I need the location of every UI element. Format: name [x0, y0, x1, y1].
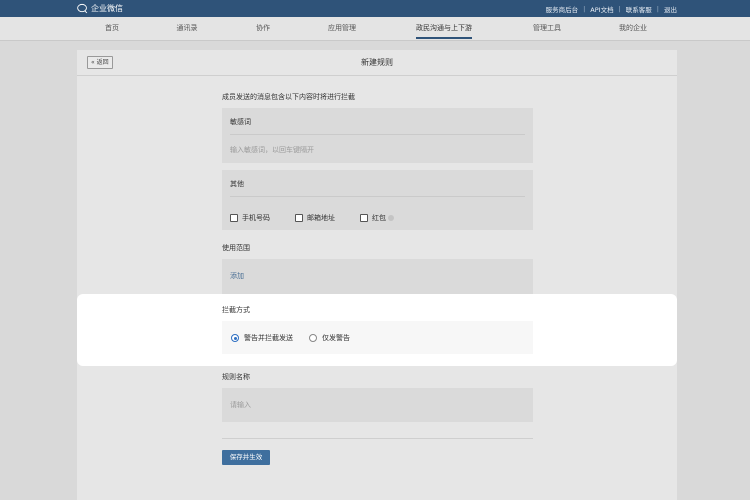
- nav-item-management-tools[interactable]: 管理工具: [533, 17, 561, 40]
- other-options-row: 手机号码 邮箱地址 红包: [230, 213, 419, 223]
- link-contact-support[interactable]: 联系客服: [626, 4, 652, 14]
- intercept-method-box: 警告并拦截发送 仅发警告: [222, 321, 533, 354]
- intercept-method-panel: 拦截方式 警告并拦截发送 仅发警告: [77, 294, 677, 366]
- checkbox-label: 红包: [372, 214, 386, 222]
- card-header: « 返回 新建规则: [77, 50, 677, 76]
- info-icon[interactable]: [388, 215, 394, 221]
- save-and-apply-button[interactable]: 保存并生效: [222, 450, 270, 465]
- link-api-docs[interactable]: API文档: [590, 4, 613, 14]
- separator: |: [583, 5, 586, 13]
- app-name: 企业微信: [91, 4, 123, 13]
- checkbox-box[interactable]: [360, 214, 368, 222]
- rule-name-field[interactable]: 请输入: [222, 388, 533, 422]
- divider: [222, 438, 533, 439]
- intro-text: 成员发送的消息包含以下内容时将进行拦截: [222, 93, 355, 101]
- sensitive-words-title: 敏感词: [230, 118, 251, 126]
- link-logout[interactable]: 退出: [664, 4, 677, 14]
- radio-warn-and-block[interactable]: 警告并拦截发送: [231, 333, 293, 343]
- sensitive-words-input[interactable]: 输入敏感词，以回车键隔开: [230, 145, 314, 155]
- sensitive-words-box: 敏感词 输入敏感词，以回车键隔开: [222, 108, 533, 163]
- checkbox-label: 手机号码: [242, 214, 270, 222]
- intercept-method-label: 拦截方式: [222, 306, 250, 314]
- rule-name-placeholder: 请输入: [230, 401, 251, 409]
- checkbox-box[interactable]: [230, 214, 238, 222]
- radio-button-selected[interactable]: [231, 334, 239, 342]
- checkbox-phone[interactable]: 手机号码: [230, 213, 270, 223]
- nav-item-home[interactable]: 首页: [105, 17, 119, 40]
- radio-warn-only[interactable]: 仅发警告: [309, 333, 350, 343]
- other-options-title: 其他: [230, 180, 244, 188]
- nav-item-app-management[interactable]: 应用管理: [328, 17, 356, 40]
- nav-item-my-enterprise[interactable]: 我的企业: [619, 17, 647, 40]
- main-nav: 首页 通讯录 协作 应用管理 政民沟通与上下游 管理工具 我的企业: [0, 17, 750, 41]
- app-logo[interactable]: 企业微信: [77, 3, 123, 14]
- divider: [230, 196, 525, 197]
- scope-box: 添加: [222, 259, 533, 294]
- checkbox-box[interactable]: [295, 214, 303, 222]
- radio-button[interactable]: [309, 334, 317, 342]
- scope-label: 使用范围: [222, 244, 250, 252]
- nav-item-contacts[interactable]: 通讯录: [177, 17, 198, 40]
- separator: |: [618, 5, 621, 13]
- divider: [230, 134, 525, 135]
- radio-label: 警告并拦截发送: [244, 334, 293, 342]
- rule-form-card: « 返回 新建规则 成员发送的消息包含以下内容时将进行拦截 敏感词 输入敏感词，…: [77, 50, 677, 500]
- top-links: 服务商后台 | API文档 | 联系客服 | 退出: [546, 4, 677, 14]
- link-provider-console[interactable]: 服务商后台: [546, 4, 579, 14]
- page-title: 新建规则: [361, 58, 393, 67]
- add-scope-link[interactable]: 添加: [230, 271, 244, 281]
- nav-item-collaboration[interactable]: 协作: [256, 17, 270, 40]
- wecom-logo-icon: [77, 3, 88, 14]
- rule-name-label: 规则名称: [222, 373, 250, 381]
- checkbox-label: 邮箱地址: [307, 214, 335, 222]
- nav-item-upstream-downstream[interactable]: 政民沟通与上下游: [416, 17, 472, 40]
- checkbox-red-packet[interactable]: 红包: [360, 213, 394, 223]
- intercept-method-options: 警告并拦截发送 仅发警告: [231, 333, 366, 343]
- radio-label: 仅发警告: [322, 334, 350, 342]
- separator: |: [656, 5, 659, 13]
- top-bar: 企业微信 服务商后台 | API文档 | 联系客服 | 退出: [0, 0, 750, 17]
- other-options-box: 其他 手机号码 邮箱地址 红包: [222, 170, 533, 230]
- checkbox-email[interactable]: 邮箱地址: [295, 213, 335, 223]
